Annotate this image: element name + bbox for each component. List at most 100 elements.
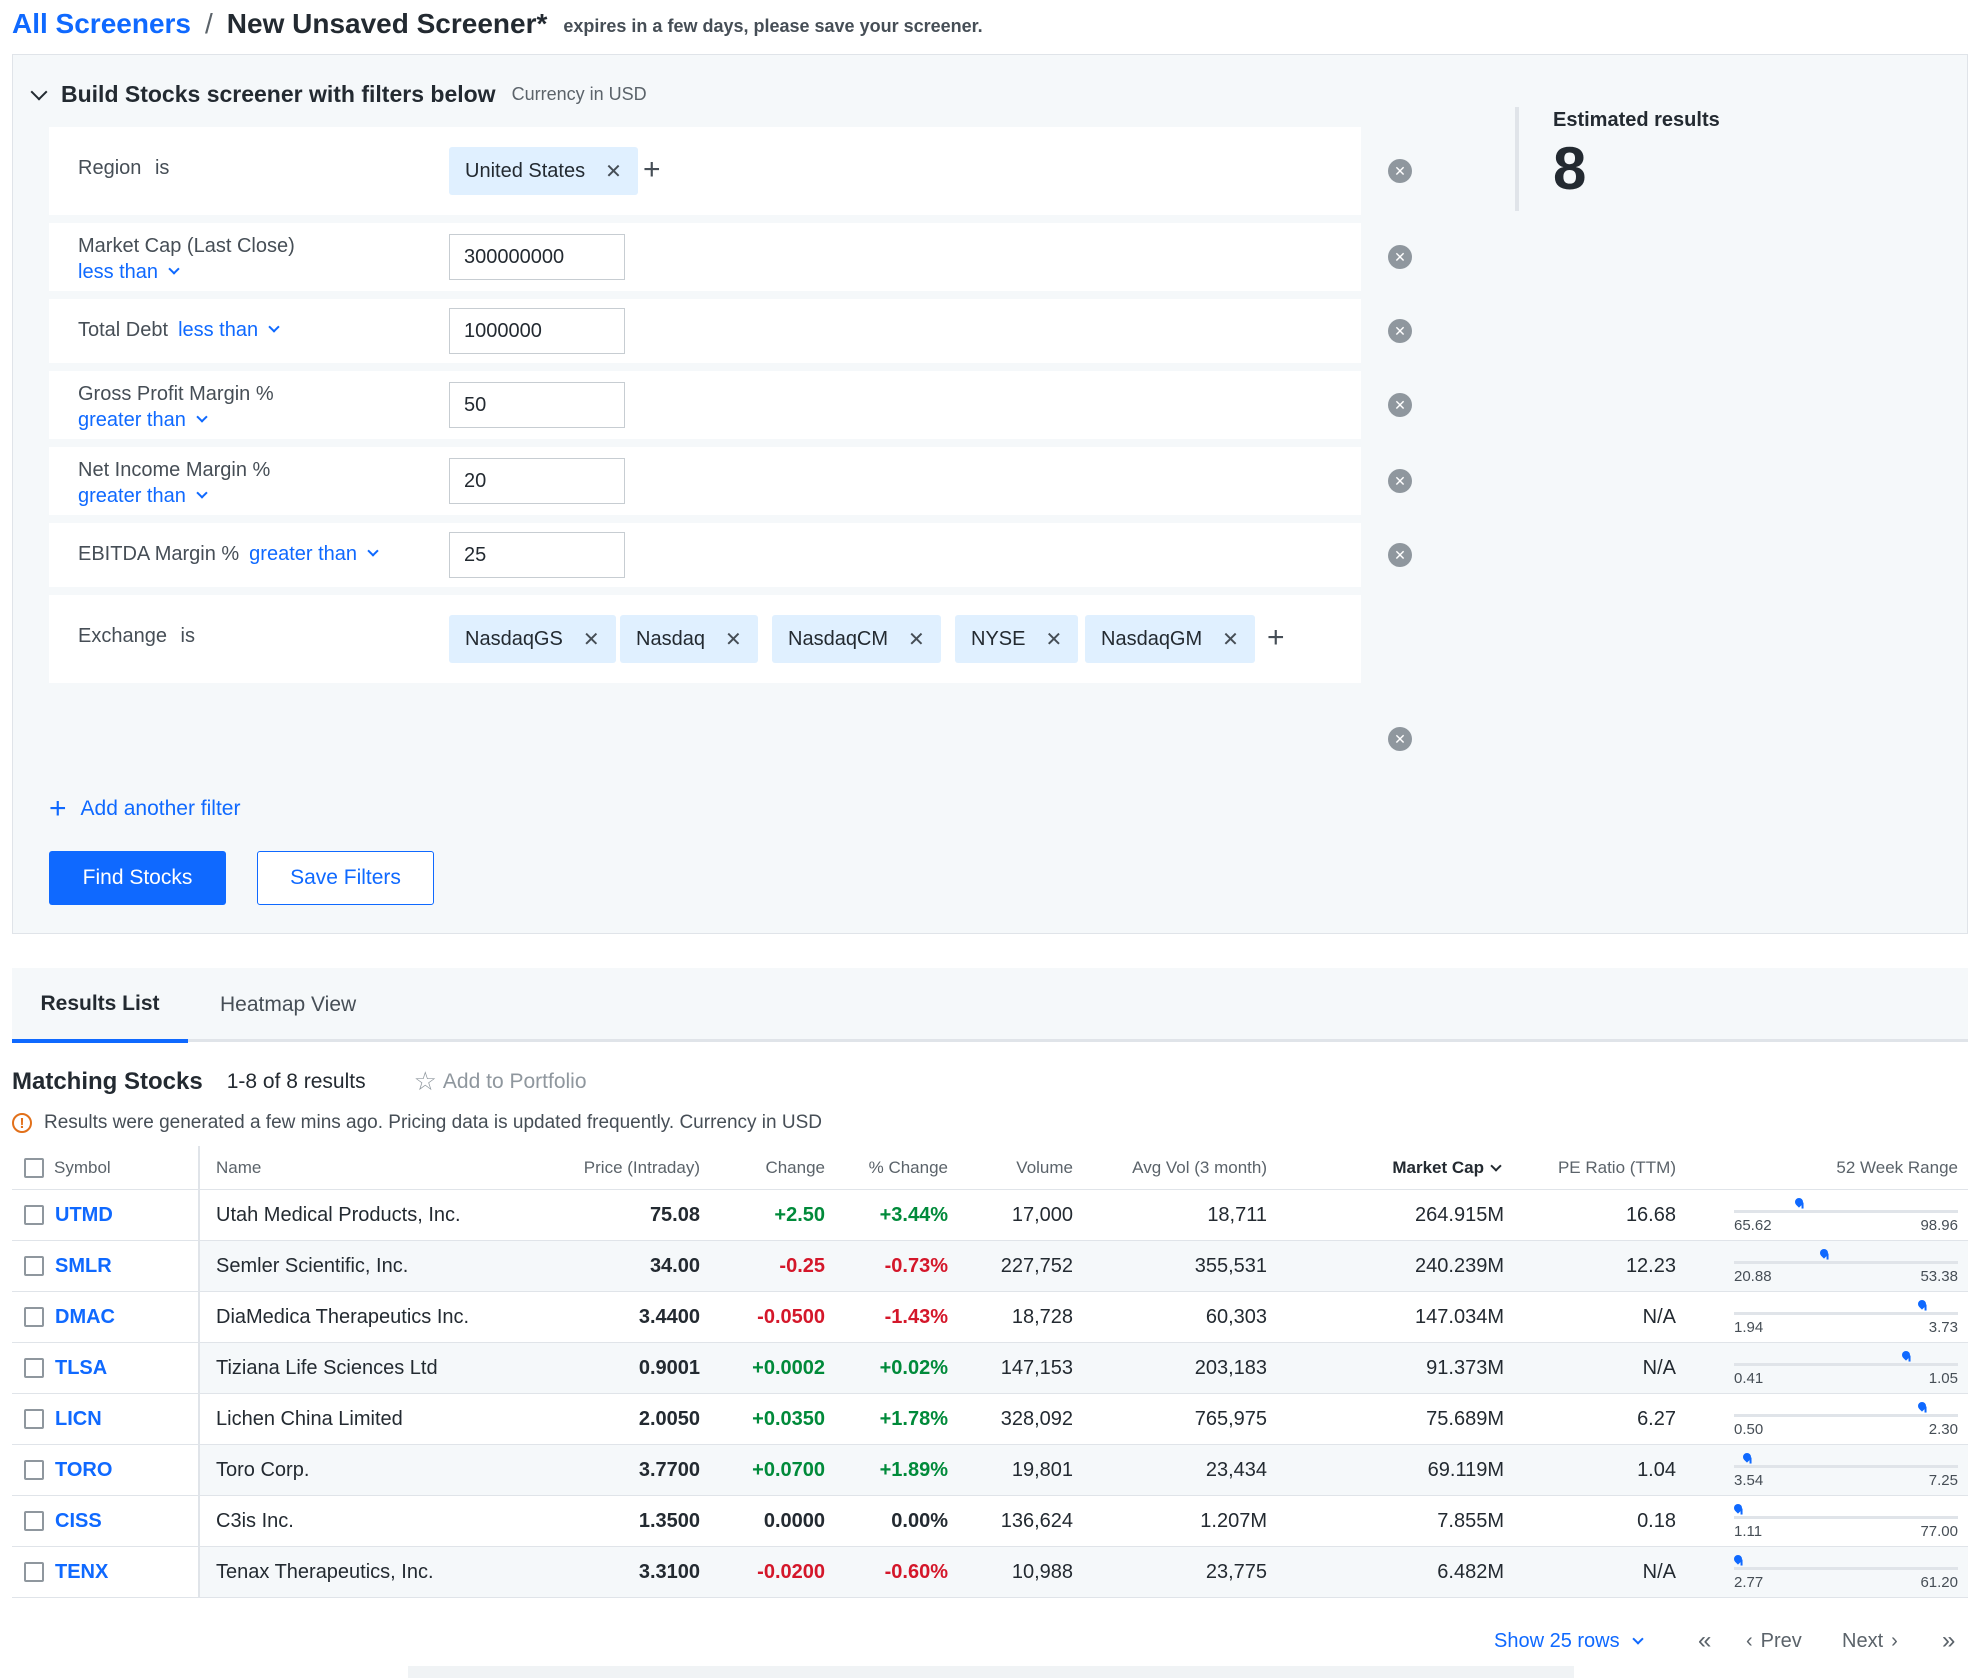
builder-header[interactable]: Build Stocks screener with filters below… (25, 81, 647, 108)
exchange-chip[interactable]: NasdaqGM ✕ (1085, 615, 1255, 663)
chevron-down-icon[interactable] (367, 545, 379, 557)
first-page-icon[interactable]: « (1698, 1623, 1711, 1659)
operator-dropdown[interactable]: greater than (78, 485, 186, 507)
col-change[interactable]: Change (712, 1146, 825, 1190)
total-debt-input[interactable] (449, 308, 625, 354)
remove-filter-region-icon[interactable]: ✕ (1388, 159, 1412, 183)
gross-margin-input[interactable] (449, 382, 625, 428)
last-page-icon[interactable]: » (1942, 1623, 1955, 1659)
price-cell: 2.0050 (638, 1407, 700, 1430)
close-icon[interactable]: ✕ (583, 627, 600, 652)
chevron-down-icon[interactable] (30, 83, 48, 100)
remove-filter-gross-margin-icon[interactable]: ✕ (1388, 393, 1412, 417)
price-cell: 75.08 (649, 1203, 700, 1226)
col-volume[interactable]: Volume (952, 1146, 1073, 1190)
net-margin-input[interactable] (449, 458, 625, 504)
operator-dropdown[interactable]: less than (178, 319, 258, 341)
row-checkbox[interactable] (24, 1307, 44, 1327)
row-checkbox[interactable] (24, 1409, 44, 1429)
tab-heatmap-view[interactable]: Heatmap View (220, 968, 356, 1042)
horizontal-scrollbar[interactable] (408, 1666, 1574, 1678)
table-row[interactable]: UTMD Utah Medical Products, Inc. 75.08 +2.5… (12, 1190, 1968, 1241)
operator-dropdown[interactable]: less than (78, 261, 158, 283)
next-page-button[interactable]: Next › (1842, 1623, 1898, 1659)
symbol-link[interactable]: TORO (55, 1459, 112, 1482)
add-region-plus-icon[interactable]: + (643, 155, 661, 185)
52wk-range-bar: 0.50 2.30 (1734, 1394, 1958, 1444)
symbol-link[interactable]: TLSA (55, 1357, 107, 1380)
region-chip[interactable]: United States ✕ (449, 147, 638, 195)
all-screeners-link[interactable]: All Screeners (12, 8, 191, 40)
company-name: Tenax Therapeutics, Inc. (216, 1560, 434, 1583)
exchange-chip[interactable]: NasdaqGS ✕ (449, 615, 616, 663)
table-header: Symbol Name Price (Intraday) Change % Ch… (12, 1146, 1968, 1190)
col-price[interactable]: Price (Intraday) (512, 1146, 700, 1190)
volume-cell: 17,000 (1011, 1203, 1073, 1226)
pct-change-cell: 0.00% (891, 1509, 948, 1532)
add-exchange-plus-icon[interactable]: + (1267, 623, 1285, 653)
notice-text: Results were generated a few mins ago. P… (44, 1112, 822, 1133)
save-filters-button[interactable]: Save Filters (257, 851, 434, 905)
table-row[interactable]: CISS C3is Inc. 1.3500 0.0000 0.00% 136,624 1.2… (12, 1496, 1968, 1547)
row-checkbox[interactable] (24, 1511, 44, 1531)
col-52wk-range[interactable]: 52 Week Range (1712, 1146, 1958, 1190)
52wk-range-bar: 20.88 53.38 (1734, 1241, 1958, 1291)
table-row[interactable]: LICN Lichen China Limited 2.0050 +0.0350 +1.… (12, 1394, 1968, 1445)
row-checkbox[interactable] (24, 1205, 44, 1225)
prev-page-button[interactable]: ‹ Prev (1746, 1623, 1802, 1659)
symbol-link[interactable]: DMAC (55, 1306, 115, 1329)
col-market-cap[interactable]: Market Cap (1282, 1146, 1504, 1190)
row-checkbox[interactable] (24, 1256, 44, 1276)
chevron-down-icon[interactable] (168, 263, 180, 275)
operator-dropdown[interactable]: greater than (249, 543, 357, 565)
close-icon[interactable]: ✕ (908, 627, 925, 652)
symbol-link[interactable]: LICN (55, 1408, 102, 1431)
operator-dropdown[interactable]: greater than (78, 409, 186, 431)
close-icon[interactable]: ✕ (605, 159, 622, 184)
exchange-chip[interactable]: Nasdaq ✕ (620, 615, 758, 663)
table-row[interactable]: TENX Tenax Therapeutics, Inc. 3.3100 -0.020… (12, 1547, 1968, 1598)
close-icon[interactable]: ✕ (725, 627, 742, 652)
select-all-checkbox[interactable] (24, 1158, 44, 1178)
symbol-link[interactable]: CISS (55, 1510, 102, 1533)
table-row[interactable]: DMAC DiaMedica Therapeutics Inc. 3.4400 -0.… (12, 1292, 1968, 1343)
symbol-link[interactable]: SMLR (55, 1255, 112, 1278)
row-checkbox[interactable] (24, 1460, 44, 1480)
chevron-down-icon[interactable] (268, 321, 280, 333)
remove-filter-exchange-icon[interactable]: ✕ (1388, 727, 1412, 751)
exchange-chip[interactable]: NYSE ✕ (955, 615, 1079, 663)
col-pct-change[interactable]: % Change (832, 1146, 948, 1190)
rows-per-page-dropdown[interactable]: Show 25 rows (1494, 1623, 1644, 1659)
col-avg-volume[interactable]: Avg Vol (3 month) (1082, 1146, 1267, 1190)
table-row[interactable]: TORO Toro Corp. 3.7700 +0.0700 +1.89% 19,801 2… (12, 1445, 1968, 1496)
pe-ratio-cell: N/A (1642, 1305, 1676, 1328)
symbol-link[interactable]: TENX (55, 1561, 108, 1584)
range-low: 0.41 (1734, 1370, 1764, 1387)
symbol-link[interactable]: UTMD (55, 1204, 113, 1227)
remove-filter-ebitda-margin-icon[interactable]: ✕ (1388, 543, 1412, 567)
remove-filter-net-margin-icon[interactable]: ✕ (1388, 469, 1412, 493)
row-checkbox[interactable] (24, 1358, 44, 1378)
col-name[interactable]: Name (216, 1146, 261, 1190)
filter-row-exchange: Exchange is NasdaqGS ✕ Nasdaq ✕ NasdaqCM ✕ … (49, 595, 1361, 683)
market-cap-input[interactable] (449, 234, 625, 280)
exchange-chip[interactable]: NasdaqCM ✕ (772, 615, 941, 663)
table-row[interactable]: SMLR Semler Scientific, Inc. 34.00 -0.25 -0.… (12, 1241, 1968, 1292)
close-icon[interactable]: ✕ (1222, 627, 1239, 652)
range-track (1734, 1363, 1958, 1366)
remove-filter-total-debt-icon[interactable]: ✕ (1388, 319, 1412, 343)
chevron-down-icon[interactable] (196, 487, 208, 499)
chevron-down-icon[interactable] (196, 411, 208, 423)
ebitda-margin-input[interactable] (449, 532, 625, 578)
tab-results-list[interactable]: Results List (12, 968, 188, 1043)
range-track (1734, 1210, 1958, 1213)
find-stocks-button[interactable]: Find Stocks (49, 851, 226, 905)
close-icon[interactable]: ✕ (1045, 627, 1062, 652)
table-row[interactable]: TLSA Tiziana Life Sciences Ltd 0.9001 +0.00… (12, 1343, 1968, 1394)
add-filter-button[interactable]: + Add another filter (49, 794, 240, 824)
remove-filter-market-cap-icon[interactable]: ✕ (1388, 245, 1412, 269)
col-symbol[interactable]: Symbol (54, 1146, 111, 1190)
col-pe-ratio[interactable]: PE Ratio (TTM) (1512, 1146, 1676, 1190)
row-checkbox[interactable] (24, 1562, 44, 1582)
add-to-portfolio-button[interactable]: ☆ Add to Portfolio (414, 1066, 587, 1097)
